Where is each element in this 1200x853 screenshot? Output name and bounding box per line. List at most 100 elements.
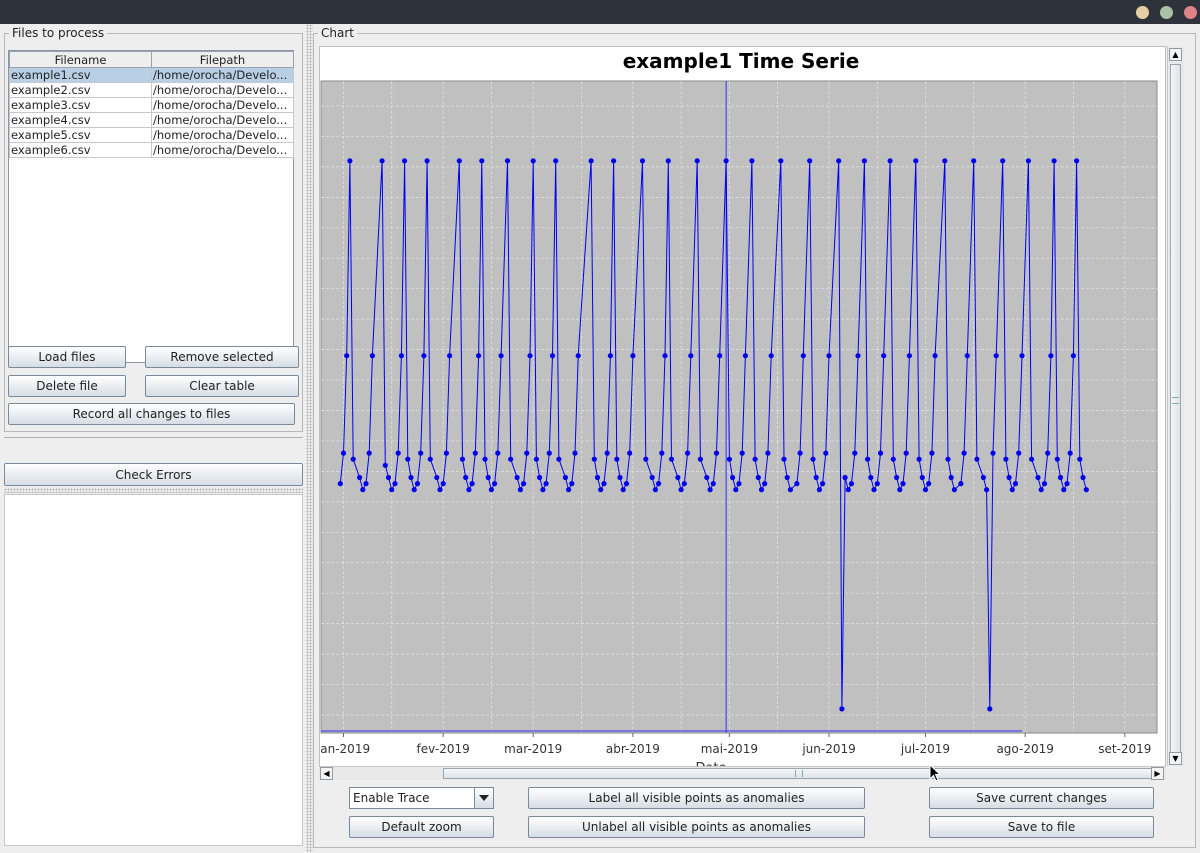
remove-selected-button[interactable]: Remove selected	[145, 346, 299, 368]
scroll-left-arrow-icon[interactable]: ◀	[320, 767, 333, 780]
save-to-file-button[interactable]: Save to file	[929, 816, 1154, 838]
filename-cell[interactable]: example5.csv	[9, 127, 152, 143]
x-tick-label: abr-2019	[606, 742, 660, 756]
close-button[interactable]	[1184, 6, 1197, 19]
data-point	[337, 481, 343, 487]
data-point	[601, 481, 607, 487]
data-point	[405, 456, 411, 462]
minimize-button[interactable]	[1136, 6, 1149, 19]
table-row[interactable]: example5.csv /home/orocha/Develo...	[9, 127, 294, 143]
column-header-filepath[interactable]: Filepath	[151, 51, 294, 68]
chart-horizontal-scrollbar[interactable]: ◀ ▶	[319, 766, 1166, 780]
time-series-chart[interactable]: example1 Time Serie jan-2019 fev-2019 mar-2…	[320, 47, 1165, 779]
data-point	[1067, 450, 1073, 456]
default-zoom-button[interactable]: Default zoom	[349, 816, 494, 838]
vertical-scroll-thumb[interactable]	[1170, 64, 1181, 764]
data-point	[479, 158, 485, 164]
data-point	[1054, 456, 1060, 462]
x-tick-label: fev-2019	[417, 742, 470, 756]
data-point	[456, 158, 462, 164]
table-row[interactable]: example6.csv /home/orocha/Develo...	[9, 142, 294, 158]
data-point	[1048, 353, 1054, 359]
filepath-cell[interactable]: /home/orocha/Develo...	[151, 82, 294, 98]
data-point	[865, 456, 871, 462]
data-point	[418, 450, 424, 456]
record-changes-button[interactable]: Record all changes to files	[8, 403, 295, 425]
data-point	[514, 474, 520, 481]
filepath-cell[interactable]: /home/orocha/Develo...	[151, 97, 294, 113]
data-point	[1077, 456, 1083, 462]
data-point	[665, 158, 671, 164]
filename-cell[interactable]: example4.csv	[9, 112, 152, 128]
data-point	[521, 481, 527, 487]
data-point	[347, 158, 353, 164]
data-point	[681, 481, 687, 487]
data-point	[717, 353, 723, 359]
chart-vertical-scrollbar[interactable]: ▲ ▼	[1167, 46, 1184, 766]
split-pane-divider[interactable]	[306, 24, 313, 853]
scroll-up-arrow-icon[interactable]: ▲	[1169, 48, 1182, 61]
data-point	[662, 353, 668, 359]
data-point	[533, 456, 539, 462]
filename-cell[interactable]: example1.csv	[9, 67, 152, 83]
divider	[4, 437, 303, 438]
unlabel-all-anomalies-button[interactable]: Unlabel all visible points as anomalies	[528, 816, 865, 838]
data-point	[974, 456, 980, 462]
clear-table-button[interactable]: Clear table	[145, 375, 299, 397]
chart-legend: Chart	[321, 26, 354, 40]
data-point	[344, 353, 350, 359]
data-point	[836, 158, 842, 164]
data-point	[385, 474, 392, 481]
trace-select[interactable]: Enable Trace	[349, 787, 494, 809]
scroll-right-arrow-icon[interactable]: ▶	[1151, 767, 1164, 780]
maximize-button[interactable]	[1160, 6, 1173, 19]
chevron-down-icon[interactable]	[474, 788, 493, 808]
data-point	[627, 450, 633, 456]
filepath-cell[interactable]: /home/orocha/Develo...	[151, 127, 294, 143]
data-point	[620, 487, 626, 493]
data-point	[482, 456, 488, 462]
filename-cell[interactable]: example3.csv	[9, 97, 152, 113]
data-point	[678, 487, 684, 493]
data-point	[958, 481, 964, 487]
delete-file-button[interactable]: Delete file	[8, 375, 126, 397]
data-point	[643, 456, 649, 462]
data-point	[765, 450, 771, 456]
filepath-cell[interactable]: /home/orocha/Develo...	[151, 112, 294, 128]
left-pane: Files to process Filename Filepath examp…	[0, 24, 306, 853]
scroll-down-arrow-icon[interactable]: ▼	[1169, 752, 1182, 765]
data-point	[443, 450, 449, 456]
data-point	[1080, 474, 1086, 481]
load-files-button[interactable]: Load files	[8, 346, 126, 368]
save-current-changes-button[interactable]: Save current changes	[929, 787, 1154, 809]
column-header-filename[interactable]: Filename	[9, 51, 152, 68]
data-point	[588, 158, 594, 164]
data-point	[688, 353, 694, 359]
data-point	[1006, 474, 1012, 481]
data-point	[900, 481, 906, 487]
filename-cell[interactable]: example6.csv	[9, 142, 152, 158]
data-point	[340, 450, 347, 456]
label-all-anomalies-button[interactable]: Label all visible points as anomalies	[528, 787, 865, 809]
table-row[interactable]: example1.csv /home/orocha/Develo...	[9, 67, 294, 83]
errors-output-area[interactable]	[4, 494, 303, 846]
table-row[interactable]: example2.csv /home/orocha/Develo...	[9, 82, 294, 98]
data-point	[810, 456, 816, 462]
data-point	[733, 487, 739, 493]
filepath-cell[interactable]: /home/orocha/Develo...	[151, 67, 294, 83]
table-row[interactable]: example3.csv /home/orocha/Develo...	[9, 97, 294, 113]
data-point	[395, 450, 401, 456]
check-errors-button[interactable]: Check Errors	[4, 463, 303, 486]
data-point	[402, 158, 408, 164]
data-point	[447, 353, 453, 359]
data-point	[508, 456, 514, 462]
x-tick-label: mar-2019	[504, 742, 562, 756]
data-point	[1045, 450, 1051, 456]
filename-cell[interactable]: example2.csv	[9, 82, 152, 98]
filepath-cell[interactable]: /home/orocha/Develo...	[151, 142, 294, 158]
data-point	[639, 158, 646, 164]
data-point	[739, 450, 745, 456]
data-point	[742, 353, 748, 359]
split-divider[interactable]	[4, 488, 303, 493]
table-row[interactable]: example4.csv /home/orocha/Develo...	[9, 112, 294, 128]
